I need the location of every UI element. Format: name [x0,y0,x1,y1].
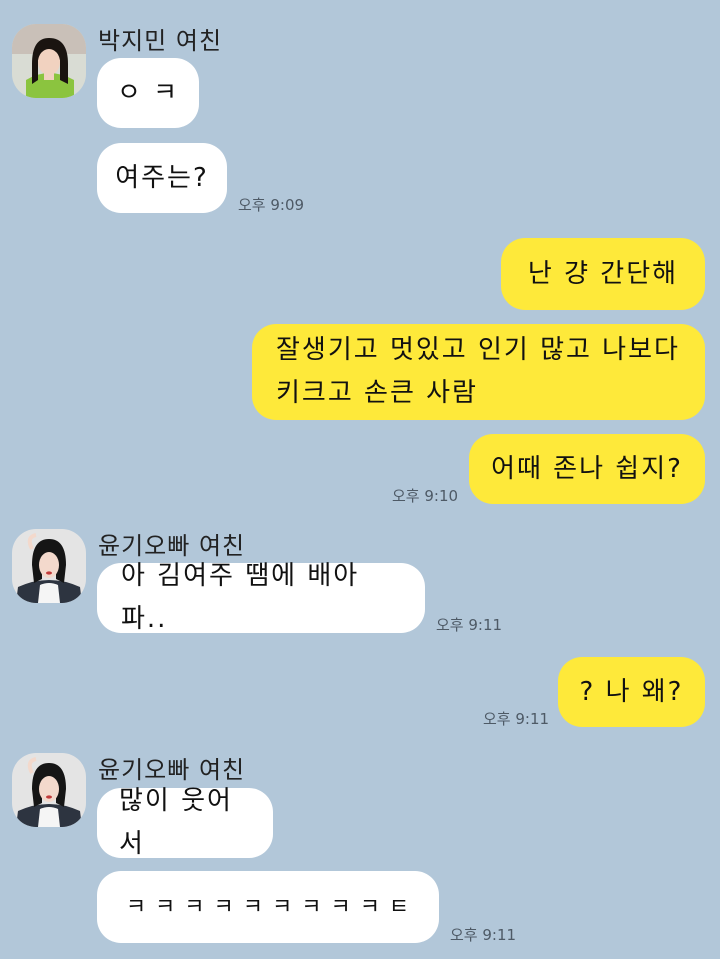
profile-photo-icon [12,24,86,98]
message-bubble-outgoing[interactable]: 잘생기고 멋있고 인기 많고 나보다 키크고 손큰 사람 [252,324,705,420]
message-bubble[interactable]: ㅇ ㅋ [97,58,199,128]
message-timestamp: 오후 9:11 [450,926,517,944]
message-bubble[interactable]: 많이 웃어서 [97,786,273,859]
avatar-jimin-girlfriend[interactable] [12,24,86,98]
message-timestamp: 오후 9:11 [483,710,550,728]
profile-photo-icon [12,529,86,603]
sender-name: 박지민 여친 [98,27,223,55]
message-bubble[interactable]: ㅋ ㅋ ㅋ ㅋ ㅋ ㅋ ㅋ ㅋ ㅋ ㅌ [97,871,439,943]
profile-photo-icon [12,753,86,827]
message-bubble-outgoing[interactable]: ? 나 왜? [558,657,705,727]
message-bubble-outgoing[interactable]: 어때 존나 쉽지? [469,434,705,504]
message-timestamp: 오후 9:11 [436,616,503,634]
message-bubble[interactable]: 여주는? [97,143,227,213]
message-bubble[interactable]: 아 김여주 땜에 배아파.. [97,561,425,634]
message-timestamp: 오후 9:10 [392,487,459,505]
avatar-yoongi-girlfriend[interactable] [12,753,86,827]
chat-room: { "messages": { "g1": { "sender": "박지민 여… [0,0,720,959]
message-bubble-outgoing[interactable]: 난 걍 간단해 [501,238,705,310]
message-timestamp: 오후 9:09 [238,196,305,214]
avatar-yoongi-girlfriend[interactable] [12,529,86,603]
